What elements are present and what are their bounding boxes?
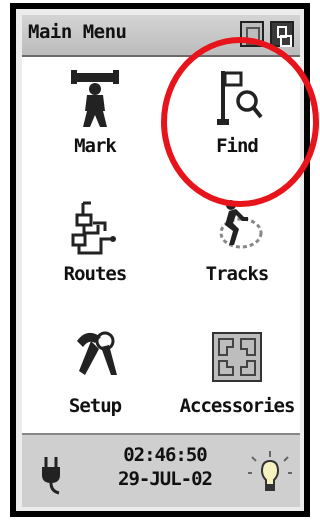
routes-icon	[65, 195, 125, 257]
menu-item-routes[interactable]: Routes	[30, 195, 160, 315]
status-bar: 02:46:50 29-JUL-02	[22, 433, 300, 507]
mark-icon	[65, 67, 125, 129]
menu-item-accessories[interactable]: Accessories	[172, 327, 302, 447]
gps-device-frame: Main Menu Mark Find Routes Tracks Setup …	[10, 3, 310, 517]
title-bar: Main Menu	[22, 15, 300, 57]
date-time-display: 02:46:50 29-JUL-02	[86, 443, 244, 491]
page-icon[interactable]	[240, 21, 264, 47]
menu-item-setup[interactable]: Setup	[30, 327, 160, 447]
setup-icon	[65, 327, 125, 389]
power-plug-icon	[32, 449, 76, 495]
tracks-icon	[207, 195, 267, 257]
accessories-icon	[207, 327, 267, 389]
window-icon[interactable]	[270, 21, 294, 47]
menu-item-mark[interactable]: Mark	[30, 67, 160, 187]
main-menu-screen: Main Menu Mark Find Routes Tracks Setup …	[22, 15, 300, 507]
date-readout: 29-JUL-02	[118, 468, 213, 490]
menu-label-mark: Mark	[74, 135, 117, 157]
find-icon	[207, 67, 267, 129]
backlight-icon[interactable]	[248, 449, 292, 495]
menu-label-find: Find	[216, 135, 259, 157]
menu-item-find[interactable]: Find	[172, 67, 302, 187]
page-title: Main Menu	[28, 21, 127, 43]
menu-item-tracks[interactable]: Tracks	[172, 195, 302, 315]
time-readout: 02:46:50	[123, 444, 208, 466]
menu-label-setup: Setup	[68, 395, 122, 417]
menu-label-tracks: Tracks	[205, 263, 270, 285]
menu-label-routes: Routes	[63, 263, 128, 285]
menu-label-accessories: Accessories	[179, 395, 296, 417]
